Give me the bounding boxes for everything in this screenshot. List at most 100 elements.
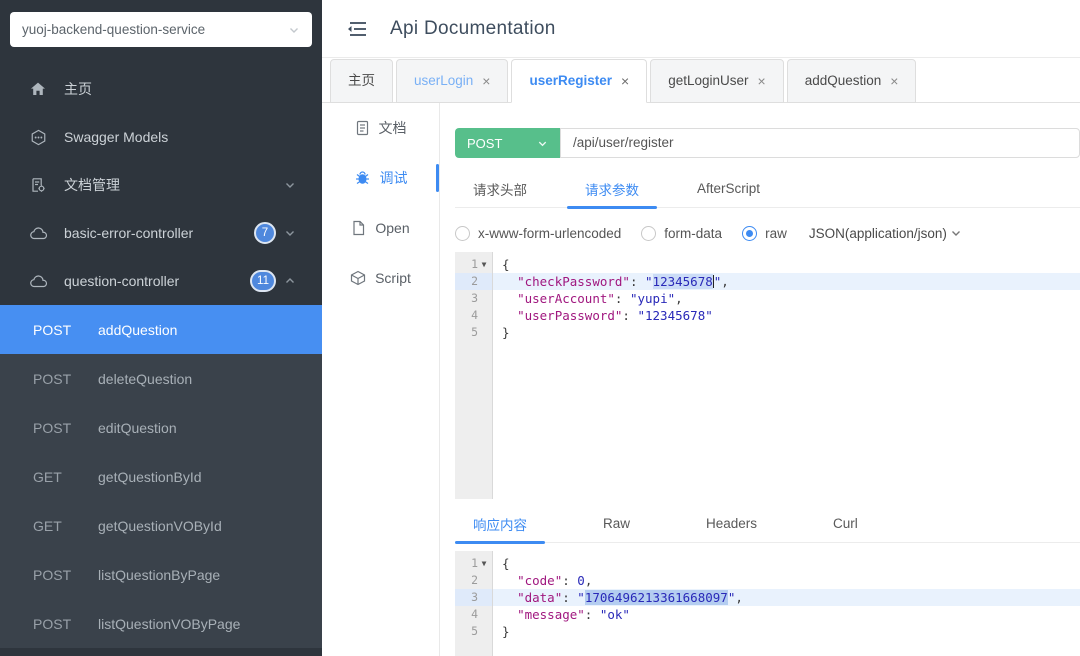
endpoint-editQuestion[interactable]: POSTeditQuestion — [0, 403, 322, 452]
body-type-form-data[interactable]: form-data — [641, 226, 722, 241]
endpoint-count-badge: 11 — [250, 270, 276, 292]
endpoint-method: POST — [33, 616, 98, 632]
method-select[interactable]: POST — [455, 128, 560, 158]
service-select[interactable]: yuoj-backend-question-service — [10, 12, 312, 47]
endpoint-addQuestion[interactable]: POSTaddQuestion — [0, 305, 322, 354]
request-editor-code[interactable]: { "checkPassword": "12345678", "userAcco… — [493, 252, 1080, 499]
sidebar-nav: 主页Swagger Models 文档管理 basic-error-controll… — [0, 65, 322, 305]
code-line: } — [493, 324, 1080, 341]
response-tab-response-content[interactable]: 响应内容 — [455, 505, 545, 542]
content-type-value: JSON(application/json) — [809, 226, 947, 241]
tab-getLoginUser[interactable]: getLoginUser× — [650, 59, 784, 103]
endpoint-list: POSTaddQuestionPOSTdeleteQuestionPOSTedi… — [0, 305, 322, 648]
body-type-raw[interactable]: raw — [742, 226, 787, 241]
endpoint-name: addQuestion — [98, 322, 177, 338]
line-number-text: 2 — [471, 273, 478, 290]
endpoint-listQuestionVOByPage[interactable]: POSTlistQuestionVOByPage — [0, 599, 322, 648]
chevron-down-icon — [537, 138, 548, 149]
tab-label: 主页 — [348, 60, 375, 102]
sidebar-item-home[interactable]: 主页 — [0, 65, 322, 113]
close-icon[interactable]: × — [758, 60, 766, 102]
radio-checked-icon[interactable] — [742, 226, 757, 241]
content-type-select[interactable]: JSON(application/json) — [809, 226, 962, 241]
radio-unchecked-icon[interactable] — [455, 226, 470, 241]
code-token: "12345678" — [637, 308, 712, 323]
response-body-editor[interactable]: 1▼2345{ "code": 0, "data": "170649621336… — [455, 551, 1080, 656]
code-token: 12345678 — [653, 274, 713, 289]
line-number-text: 1 — [471, 555, 478, 572]
code-token: "message" — [517, 607, 585, 622]
code-token: , — [721, 274, 729, 289]
code-line: { — [493, 256, 1080, 273]
code-token — [502, 573, 517, 588]
body-type-urlencoded[interactable]: x-www-form-urlencoded — [455, 226, 621, 241]
tab-userRegister[interactable]: userRegister× — [511, 59, 647, 103]
doc-nav-debug[interactable]: 调试 — [322, 153, 439, 203]
endpoint-method: POST — [33, 322, 98, 338]
fold-toggle-icon[interactable]: ▼ — [478, 555, 490, 572]
close-icon[interactable]: × — [621, 60, 629, 102]
response-tab-curl[interactable]: Curl — [815, 505, 876, 542]
sidebar-item-swagger-models[interactable]: Swagger Models — [0, 113, 322, 161]
response-tabs: 响应内容 Raw Headers Curl — [455, 505, 1080, 543]
request-tab-request-params[interactable]: 请求参数 — [567, 170, 657, 207]
line-number: 4 — [455, 606, 492, 623]
doc-nav-label: 文档 — [379, 118, 407, 138]
code-token: "yupi" — [630, 291, 675, 306]
url-input[interactable]: /api/user/register — [560, 128, 1080, 158]
page-title: Api Documentation — [390, 18, 556, 40]
endpoint-name: listQuestionByPage — [98, 567, 220, 583]
code-token: : — [615, 291, 630, 306]
collapse-menu-icon[interactable] — [346, 20, 368, 38]
service-select-value: yuoj-backend-question-service — [22, 22, 205, 37]
sidebar-item-basic-error-controller[interactable]: basic-error-controller7 — [0, 209, 322, 257]
body-type-label: raw — [765, 226, 787, 241]
radio-unchecked-icon[interactable] — [641, 226, 656, 241]
request-body-editor[interactable]: 1▼2345{ "checkPassword": "12345678", "us… — [455, 252, 1080, 499]
code-token — [502, 590, 517, 605]
response-editor-code[interactable]: { "code": 0, "data": "170649621336166809… — [493, 551, 1080, 656]
code-token: "code" — [517, 573, 562, 588]
method-label: POST — [467, 136, 502, 151]
doc-nav-script[interactable]: Script — [322, 253, 439, 303]
endpoint-getQuestionById[interactable]: GETgetQuestionById — [0, 452, 322, 501]
script-icon — [350, 270, 366, 286]
code-token: 0 — [577, 573, 585, 588]
sidebar-item-question-controller[interactable]: question-controller11 — [0, 257, 322, 305]
endpoint-name: deleteQuestion — [98, 371, 192, 387]
doc-nav-docs[interactable]: 文档 — [322, 103, 439, 153]
sidebar-item-doc-manage[interactable]: 文档管理 — [0, 161, 322, 209]
response-tab-headers[interactable]: Headers — [688, 505, 775, 542]
sidebar-item-label: 文档管理 — [64, 175, 120, 195]
code-token: "userAccount" — [517, 291, 615, 306]
code-token: : — [562, 590, 577, 605]
response-tab-raw[interactable]: Raw — [585, 505, 648, 542]
fold-toggle-icon[interactable]: ▼ — [478, 256, 490, 273]
tab-home[interactable]: 主页 — [330, 59, 393, 103]
tab-addQuestion[interactable]: addQuestion× — [787, 59, 917, 103]
doc-nav-label: Open — [375, 220, 409, 236]
doc-nav: 文档调试 Open Script — [322, 103, 440, 656]
code-token: } — [502, 325, 510, 340]
close-icon[interactable]: × — [482, 60, 490, 102]
endpoint-method: POST — [33, 567, 98, 583]
code-token: { — [502, 556, 510, 571]
request-tab-request-headers[interactable]: 请求头部 — [455, 170, 545, 207]
line-number: 5 — [455, 324, 492, 341]
tab-userLogin[interactable]: userLogin× — [396, 59, 508, 103]
code-token: , — [735, 590, 743, 605]
endpoint-listQuestionByPage[interactable]: POSTlistQuestionByPage — [0, 550, 322, 599]
code-token — [502, 308, 517, 323]
tab-label: userLogin — [414, 60, 473, 102]
api-cloud-icon — [30, 275, 48, 288]
endpoint-method: GET — [33, 518, 98, 534]
close-icon[interactable]: × — [890, 60, 898, 102]
tab-label: getLoginUser — [668, 60, 748, 102]
doc-nav-open[interactable]: Open — [322, 203, 439, 253]
code-line: "userPassword": "12345678" — [493, 307, 1080, 324]
endpoint-getQuestionVOById[interactable]: GETgetQuestionVOById — [0, 501, 322, 550]
code-token: : — [630, 274, 645, 289]
endpoint-deleteQuestion[interactable]: POSTdeleteQuestion — [0, 354, 322, 403]
line-number: 5 — [455, 623, 492, 640]
request-tab-afterscript[interactable]: AfterScript — [679, 170, 778, 207]
